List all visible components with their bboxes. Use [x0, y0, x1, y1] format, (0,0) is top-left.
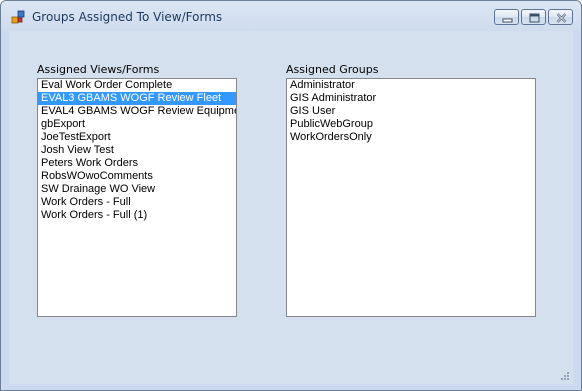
caption-buttons [494, 9, 573, 27]
list-item[interactable]: EVAL3 GBAMS WOGF Review Fleet [38, 92, 236, 105]
assigned-groups-label: Assigned Groups [286, 63, 379, 76]
list-item[interactable]: PublicWebGroup [287, 118, 535, 131]
list-item[interactable]: EVAL4 GBAMS WOGF Review Equipment [38, 105, 236, 118]
views-forms-label: Assigned Views/Forms [37, 63, 160, 76]
views-forms-listbox[interactable]: Eval Work Order Complete EVAL3 GBAMS WOGF… [37, 78, 237, 317]
close-button[interactable] [548, 9, 573, 25]
groups-assigned-window: Groups Assigned To View/Forms Assigned V… [0, 0, 582, 391]
list-item[interactable]: RobsWOwoComments [38, 170, 236, 183]
list-item[interactable]: Eval Work Order Complete [38, 79, 236, 92]
list-item[interactable]: GIS User [287, 105, 535, 118]
maximize-icon [529, 13, 540, 23]
list-item[interactable]: WorkOrdersOnly [287, 131, 535, 144]
window-title: Groups Assigned To View/Forms [32, 10, 223, 24]
minimize-icon [502, 18, 513, 23]
list-item[interactable]: JoeTestExport [38, 131, 236, 144]
list-item[interactable]: Peters Work Orders [38, 157, 236, 170]
list-item[interactable]: GIS Administrator [287, 92, 535, 105]
list-item[interactable]: Josh View Test [38, 144, 236, 157]
list-item[interactable]: Work Orders - Full [38, 196, 236, 209]
resize-grip-icon[interactable] [560, 371, 570, 381]
list-item[interactable]: gbExport [38, 118, 236, 131]
maximize-button[interactable] [521, 9, 546, 25]
title-bar[interactable]: Groups Assigned To View/Forms [1, 1, 581, 31]
list-item[interactable]: SW Drainage WO View [38, 183, 236, 196]
close-icon [556, 13, 567, 23]
list-item[interactable]: Administrator [287, 79, 535, 92]
minimize-button[interactable] [494, 9, 519, 25]
client-area: Assigned Views/Forms Eval Work Order Com… [9, 31, 573, 384]
list-item[interactable]: Work Orders - Full (1) [38, 209, 236, 222]
app-icon [11, 10, 25, 24]
assigned-groups-listbox[interactable]: Administrator GIS Administrator GIS User Pu… [286, 78, 536, 317]
